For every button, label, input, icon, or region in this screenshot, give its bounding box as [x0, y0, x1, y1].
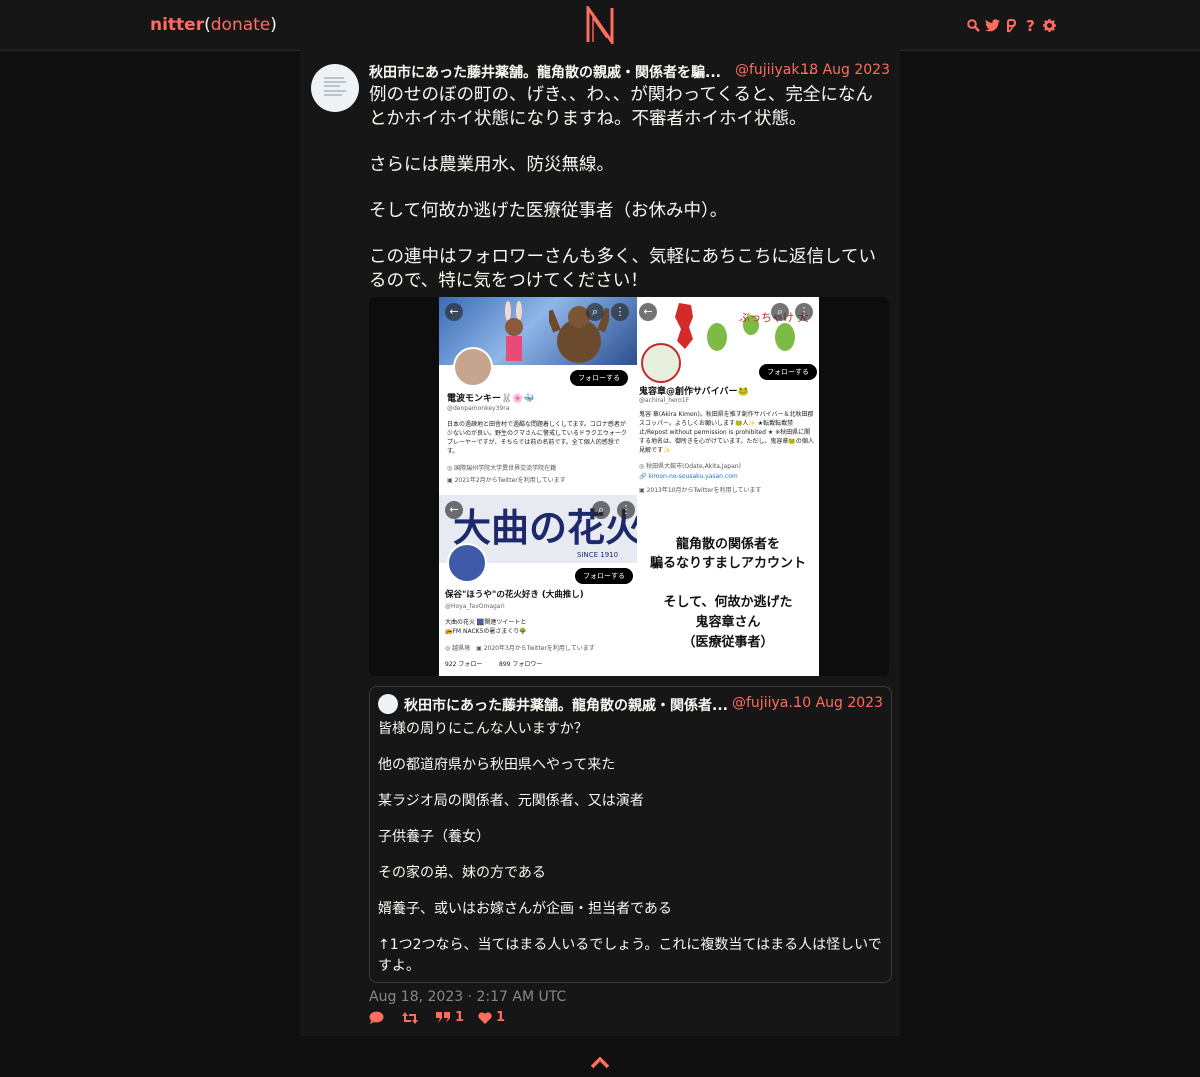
frogs-image: ぶっちゃけ 大いなる 秋田 [707, 310, 809, 351]
tweet-header: 秋田市にあった藤井薬舗。龍角散の親戚・関係者を騙... @fujiiyak...… [369, 62, 890, 82]
tweet-date-link[interactable]: 18 Aug 2023 [800, 62, 890, 78]
attached-image[interactable]: ← ⌕ ⋮ フォローする 電波モンキー🐰🌸🐳 @denpamonkey39ra … [369, 297, 889, 676]
quote-icon [436, 1012, 450, 1023]
brand: nitter(donate) [150, 15, 277, 35]
profile-bio: 大曲の花火 🎆関連ツイートと [445, 619, 527, 626]
follow-button: フォローする [570, 370, 628, 386]
profile-screenshot-1: ← ⌕ ⋮ フォローする 電波モンキー🐰🌸🐳 @denpamonkey39ra … [439, 297, 637, 495]
quote-paragraph: 皆様の周りにこんな人いますか？ [378, 721, 588, 737]
tweet-paragraph: さらには農業用水、防災無線。 [369, 155, 614, 175]
tweet-content: 例のせのぼの町の、げき、、わ、、が関わってくると、完全になんとかホイホイ状態にな… [369, 83, 890, 293]
quote-username[interactable]: @fujiiya... [732, 695, 802, 711]
reply-stat[interactable] [369, 1010, 388, 1025]
quoted-tweet[interactable]: 秋田市にあった藤井薬舗。龍角散の親戚・関係者... @fujiiya... 10… [369, 686, 892, 983]
quote-fullname[interactable]: 秋田市にあった藤井薬舗。龍角散の親戚・関係者... [404, 695, 728, 715]
profile-bio: 鬼容 章(Akira Kimon)。秋田県を推す創作サバイバー＆北秋田郡スコッパ… [639, 411, 814, 454]
banner-title: 大曲の花火 [453, 505, 637, 550]
akita-map-image [675, 303, 693, 349]
search-icon[interactable] [966, 17, 981, 34]
navbar: nitter(donate) ? [0, 0, 1200, 51]
profile-avatar [447, 543, 487, 583]
profile-screenshot-3: 大曲の花火 SINCE 1910 ← ⌕ ⋮ フォローする 保谷"ほうや"の花火… [439, 495, 637, 676]
back-icon: ← [445, 501, 463, 519]
follow-button: フォローする [759, 364, 817, 380]
more-icon: ⋮ [795, 303, 813, 321]
like-count: 1 [496, 1010, 506, 1025]
settings-icon[interactable] [1042, 17, 1057, 34]
like-stat[interactable]: 1 [478, 1010, 505, 1025]
home-link[interactable]: nitter [150, 15, 204, 35]
search-icon: ⌕ [586, 303, 604, 321]
profile-followers: 899 フォロワー [499, 661, 543, 668]
back-icon: ← [445, 303, 463, 321]
search-icon: ⌕ [592, 501, 610, 519]
heart-icon [478, 1011, 492, 1024]
caption-line: そして、何故か逃げた [663, 595, 793, 610]
profile-name: 電波モンキー🐰🌸🐳 [447, 394, 535, 404]
search-icon: ⌕ [771, 303, 789, 321]
quote-header: 秋田市にあった藤井薬舗。龍角散の親戚・関係者... @fujiiya... 10… [378, 694, 883, 714]
profile-handle: @achiral_hero1F [639, 397, 690, 404]
comment-icon [369, 1011, 384, 1024]
profile-meta: ◎ 秋田県大館市(Odate,Akita,Japan) [639, 463, 741, 470]
caption-panel: 龍角散の関係者を 騙るなりすましアカウント そして、何故か逃げた 鬼容章さん （… [637, 495, 819, 676]
tweet-stats: 1 1 [369, 1010, 505, 1025]
more-icon: ⋮ [617, 501, 635, 519]
timeline: 秋田市にあった藤井薬舗。龍角散の親戚・関係者を騙... @fujiiyak...… [300, 50, 900, 1036]
profile-following: 922 フォロー [445, 661, 483, 668]
quote-paragraph: 婿養子、或いはお嫁さんが企画・担当者である [378, 901, 672, 917]
help-icon[interactable]: ? [1023, 17, 1038, 35]
tweet-paragraph: 例のせのぼの町の、げき、、わ、、が関わってくると、完全になんとかホイホイ状態にな… [369, 85, 873, 129]
avatar[interactable] [311, 64, 359, 112]
profile-name: 保谷"ほうや"の花火好き (大曲推し) [445, 590, 584, 600]
profile-bio: 日本の過疎地と田舎村で過酷な問題着しくしてます。コロナ感者が少ないのが良い。野生… [447, 421, 627, 455]
retweet-icon [402, 1011, 418, 1024]
nav-icons: ? [966, 17, 1057, 35]
profile-meta: ◎ 越県境 ▣ 2020年3月からTwitterを利用しています [445, 645, 595, 652]
more-icon: ⋮ [611, 303, 629, 321]
caption-line: 騙るなりすましアカウント [649, 556, 806, 571]
quote-paragraph: 子供養子（養女） [378, 829, 490, 845]
quote-paragraph: ↑1つ2つなら、当てはまる人いるでしょう。これに複数当てはまる人は怪しいですよ。 [378, 937, 882, 974]
profile-meta: ▣ 2013年10月からTwitterを利用しています [639, 487, 762, 494]
profile-avatar [641, 343, 681, 383]
donate-link[interactable]: donate [211, 15, 271, 35]
tweet-paragraph: そして何故か逃げた医療従事者（お休み中）。 [369, 201, 728, 221]
paren-close: ) [270, 15, 277, 35]
profile-meta: ◎ 国際瑞州学院大学異世界交流学院在籍 [447, 465, 557, 472]
profile-handle: @denpamonkey39ra [447, 405, 510, 412]
retweet-stat[interactable] [402, 1010, 422, 1025]
caption-line: 龍角散の関係者を [675, 537, 780, 552]
profile-screenshot-2: ぶっちゃけ 大いなる 秋田 ← ⌕ ⋮ フォローする 鬼容章@創作サバイバー🐸 … [637, 297, 819, 495]
tweet-paragraph: この連中はフォロワーさんも多く、気軽にあちこちに返信しているので、特に気をつけて… [369, 247, 876, 291]
follow-button: フォローする [575, 568, 633, 584]
profile-link: 🔗 kimon-no-sousaku.yasan.com [639, 473, 738, 480]
back-icon: ← [639, 303, 657, 321]
caption-line: 鬼容章さん [695, 615, 761, 630]
quote-stat[interactable]: 1 [436, 1010, 464, 1025]
profile-handle: @Hoya_favOmagari [445, 603, 505, 610]
banner-since: SINCE 1910 [577, 551, 619, 559]
caption-line: （医療従事者） [682, 635, 774, 650]
quote-avatar [378, 694, 398, 714]
quote-paragraph: その家の弟、妹の方である [378, 865, 546, 881]
twitter-icon[interactable] [985, 17, 1000, 34]
profile-meta: ▣ 2021年2月からTwitterを利用しています [447, 477, 566, 484]
quote-content: 皆様の周りにこんな人いますか？ 他の都道府県から秋田県へやって来た 某ラジオ局の… [378, 719, 883, 992]
published-date[interactable]: Aug 18, 2023 · 2:17 AM UTC [369, 989, 566, 1005]
rss-icon[interactable] [1004, 17, 1019, 34]
quote-paragraph: 某ラジオ局の関係者、元関係者、又は演者 [378, 793, 644, 809]
character-image [505, 301, 523, 361]
quote-count: 1 [455, 1010, 465, 1025]
nitter-logo[interactable] [584, 6, 616, 44]
fullname-link[interactable]: 秋田市にあった藤井薬舗。龍角散の親戚・関係者を騙... [369, 62, 721, 82]
image-collage: ← ⌕ ⋮ フォローする 電波モンキー🐰🌸🐳 @denpamonkey39ra … [439, 297, 819, 676]
quote-date[interactable]: 10 Aug 2023 [793, 695, 883, 711]
scroll-top-icon[interactable] [590, 1055, 610, 1071]
profile-avatar [453, 347, 493, 387]
paren-open: ( [204, 15, 211, 35]
profile-bio: 📻FM NACK5の暑さまくり🌳 [445, 628, 527, 635]
quote-paragraph: 他の都道府県から秋田県へやって来た [378, 757, 616, 773]
profile-name: 鬼容章@創作サバイバー🐸 [639, 387, 749, 397]
